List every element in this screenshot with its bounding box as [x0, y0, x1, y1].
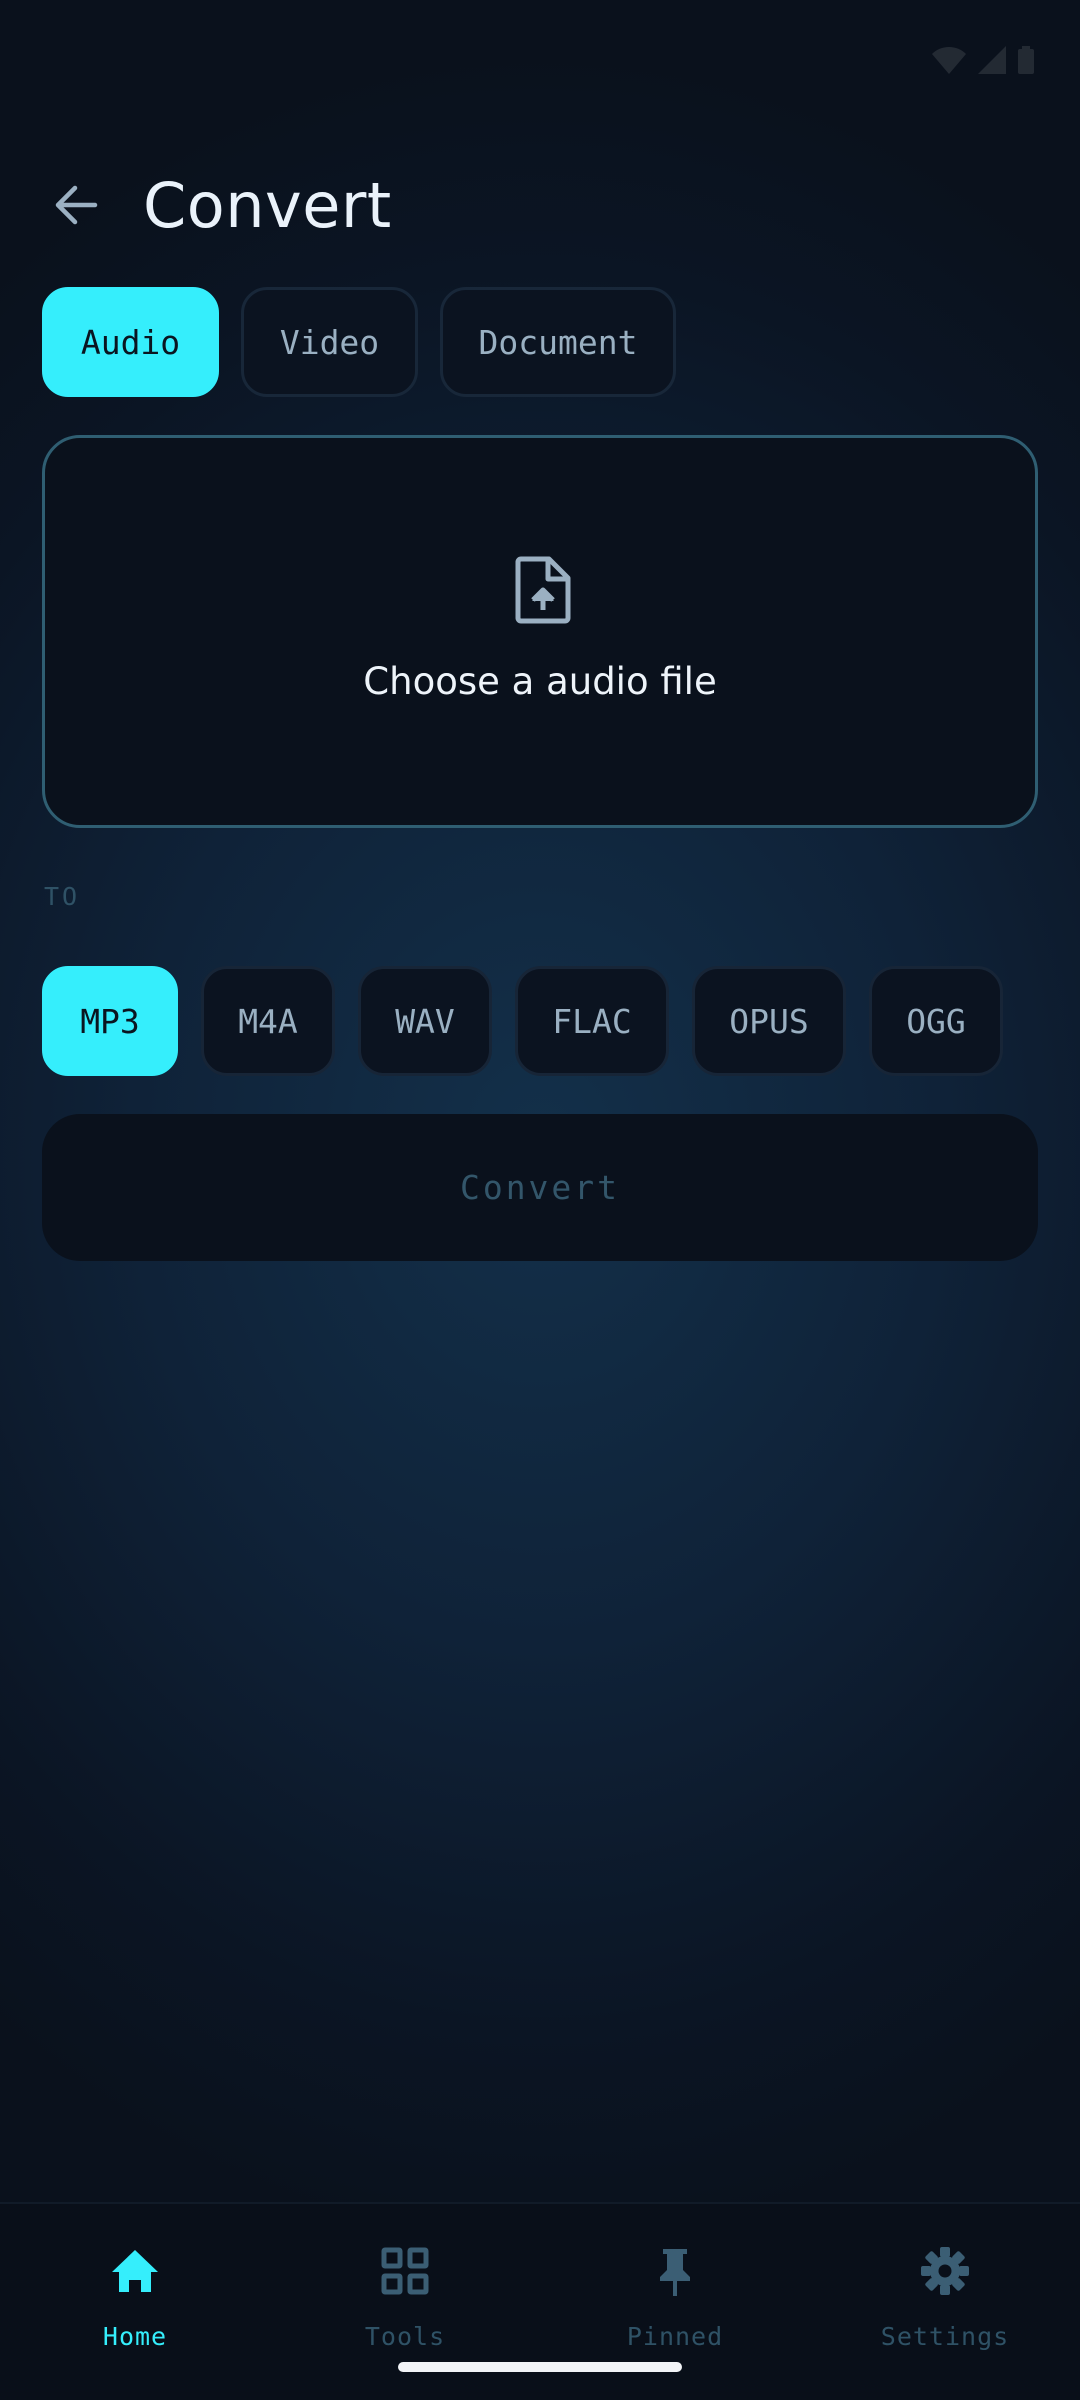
format-chips: MP3 M4A WAV FLAC OPUS OGG — [42, 966, 1003, 1076]
file-picker-dropzone[interactable]: Choose a audio file — [42, 435, 1038, 828]
gear-icon — [921, 2247, 969, 2295]
format-m4a[interactable]: M4A — [201, 966, 335, 1076]
convert-screen: Convert Audio Video Document Choose a au… — [0, 0, 1080, 2400]
nav-home-label: Home — [102, 2322, 168, 2351]
file-picker-label: Choose a audio file — [363, 660, 717, 703]
page-title: Convert — [143, 169, 392, 242]
back-button[interactable] — [42, 172, 108, 238]
format-wav[interactable]: WAV — [358, 966, 492, 1076]
category-tabs: Audio Video Document — [42, 287, 676, 397]
status-icons — [932, 46, 1034, 74]
convert-button[interactable]: Convert — [42, 1114, 1038, 1261]
nav-home[interactable]: Home — [0, 2204, 270, 2400]
wifi-icon — [932, 46, 966, 74]
home-icon — [112, 2250, 158, 2292]
arrow-left-icon — [55, 185, 98, 225]
pin-icon — [660, 2249, 690, 2296]
status-bar — [0, 0, 1080, 130]
nav-settings[interactable]: Settings — [810, 2204, 1080, 2400]
file-upload-icon — [515, 556, 571, 624]
nav-settings-label: Settings — [880, 2322, 1010, 2351]
tab-document[interactable]: Document — [440, 287, 676, 397]
tab-video[interactable]: Video — [241, 287, 418, 397]
nav-tools-label: Tools — [364, 2322, 446, 2351]
home-indicator[interactable] — [398, 2362, 682, 2372]
battery-icon — [1018, 46, 1034, 74]
to-label: TO — [44, 882, 81, 911]
nav-pinned-label: Pinned — [626, 2322, 724, 2351]
format-ogg[interactable]: OGG — [869, 966, 1003, 1076]
grid-icon — [381, 2247, 429, 2295]
tab-audio[interactable]: Audio — [42, 287, 219, 397]
format-flac[interactable]: FLAC — [515, 966, 669, 1076]
signal-icon — [978, 46, 1006, 74]
format-opus[interactable]: OPUS — [692, 966, 846, 1076]
format-mp3[interactable]: MP3 — [42, 966, 178, 1076]
